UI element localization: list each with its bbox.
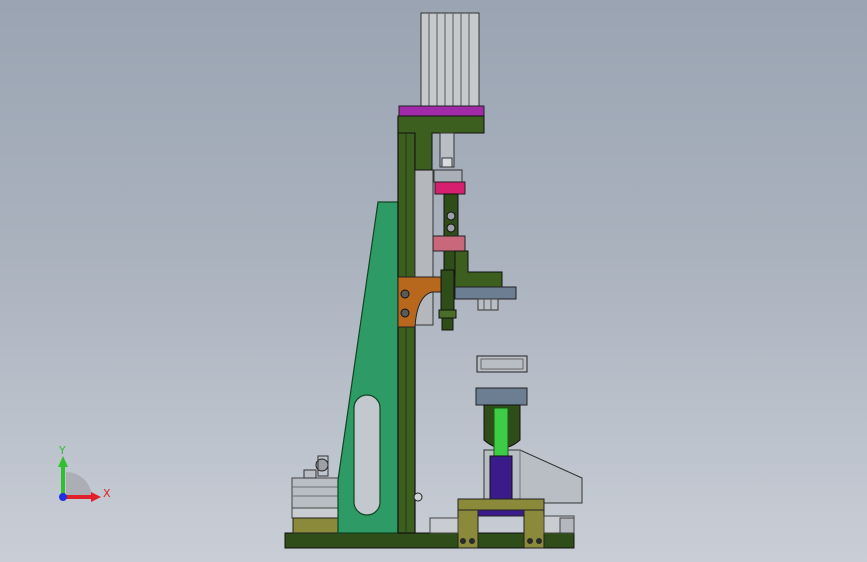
coordinate-triad: Y X — [58, 444, 111, 502]
cad-viewport[interactable]: Y X — [0, 0, 867, 562]
screw — [536, 538, 542, 544]
rose-block — [432, 235, 466, 252]
gusset-slot — [353, 394, 381, 516]
rotation-arc — [66, 472, 92, 498]
arm-nut — [477, 298, 499, 311]
screw — [400, 308, 410, 318]
y-axis-label: Y — [58, 444, 66, 457]
screw — [400, 289, 410, 299]
motor-cylinder[interactable] — [398, 12, 485, 117]
screw — [527, 538, 533, 544]
olive-spacer-block — [292, 517, 339, 534]
lower-die — [475, 387, 528, 406]
motor-mount-plate — [398, 105, 485, 117]
coupler-block — [433, 169, 463, 183]
screw — [469, 538, 475, 544]
z-axis-origin — [59, 493, 67, 501]
base-block-left — [429, 517, 459, 534]
gripper-tool[interactable] — [438, 269, 457, 331]
pink-block — [434, 181, 466, 195]
gusset-plate[interactable] — [337, 201, 399, 534]
base-riser-right — [559, 517, 575, 534]
x-axis-label: X — [103, 487, 111, 500]
screw — [446, 223, 456, 233]
screw — [446, 211, 456, 221]
slate-arm — [454, 286, 517, 300]
screw — [460, 538, 466, 544]
machine-assembly[interactable] — [284, 12, 583, 549]
l-bracket[interactable] — [454, 250, 503, 288]
punch-nozzle[interactable] — [483, 404, 521, 457]
column-fastener — [413, 492, 423, 502]
upper-die — [476, 355, 528, 373]
